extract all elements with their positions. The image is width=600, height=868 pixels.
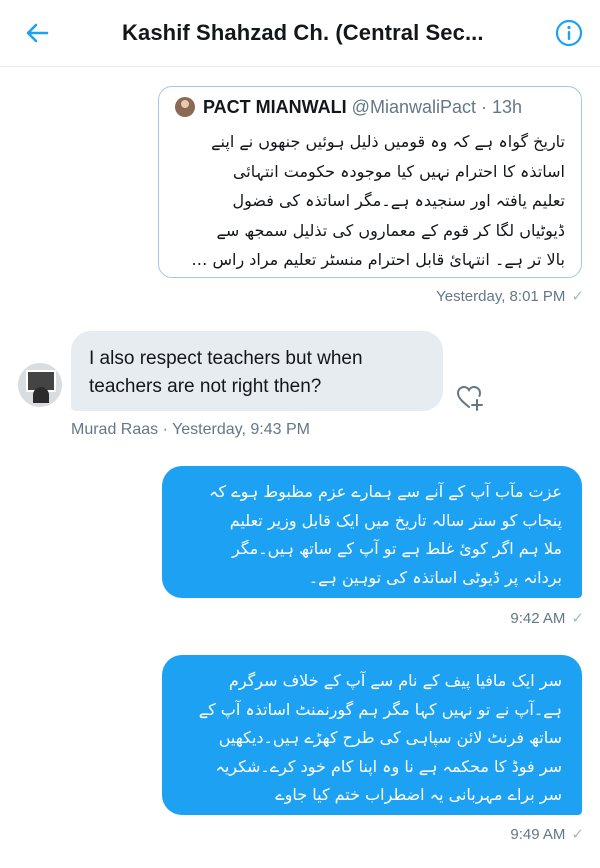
info-icon bbox=[555, 19, 583, 47]
message-line: عزت مآب آپ کے آنے سے ہمارے عزم مظبوط ہوے… bbox=[209, 482, 562, 501]
sent-check-icon: ✓ bbox=[571, 610, 584, 627]
message-line: بردانہ پر ڈیوٹی اساتذہ کی توہین ہے۔ bbox=[308, 567, 562, 587]
quoted-text-line: تعلیم یافتہ اور سنجیدہ ہے۔مگر اساتذہ کی … bbox=[232, 191, 565, 210]
message-line: ہے۔آپ نے تو نہیں کہا مگر ہم گورنمنٹ اسات… bbox=[198, 699, 562, 719]
quoted-author-name: PACT MIANWALI bbox=[203, 97, 347, 117]
quoted-author-handle: @MianwaliPact · 13h bbox=[351, 97, 523, 117]
message-time: 9:42 AM bbox=[510, 610, 566, 627]
react-button[interactable] bbox=[454, 382, 484, 412]
message-line: سر فوڈ کا محکمہ ہے نا وہ اپنا کام خود کر… bbox=[215, 756, 562, 776]
avatar[interactable] bbox=[18, 363, 62, 407]
message-time: 9:49 AM bbox=[510, 826, 566, 843]
info-button[interactable] bbox=[554, 18, 584, 48]
quoted-author-avatar bbox=[175, 97, 195, 117]
sent-check-icon: ✓ bbox=[571, 288, 584, 305]
quoted-tweet-timestamp: Yesterday, 8:01 PM ✓ bbox=[436, 287, 584, 305]
quoted-tweet-text: تاریخ گواہ ہے کہ وہ قومیں ذلیل ہوئیں جنھ… bbox=[175, 127, 565, 275]
quoted-text-line: اساتذہ کا احترام نہیں کیا موجودہ حکومت ا… bbox=[232, 161, 565, 181]
message-line: سر براے مہربانی یہ اضطراب ختم کیا جاوے bbox=[275, 785, 562, 804]
back-button[interactable] bbox=[22, 18, 52, 48]
message-line: پنجاب کو ستر سالہ تاریخ میں ایک قابل وزی… bbox=[229, 510, 562, 530]
avatar-person bbox=[33, 387, 49, 403]
message-line: سر ایک مافیا پیف کے نام سے آپ کے خلاف سر… bbox=[228, 671, 562, 690]
quoted-text-line: بالا تر ہے۔ انتہائ قابل احترام منسٹر تعل… bbox=[191, 250, 565, 269]
sent-check-icon: ✓ bbox=[571, 826, 584, 843]
outgoing-message-bubble: سر ایک مافیا پیف کے نام سے آپ کے خلاف سر… bbox=[162, 655, 582, 815]
conversation-header: Kashif Shahzad Ch. (Central Sec... bbox=[0, 0, 600, 67]
heart-plus-icon bbox=[456, 385, 483, 411]
incoming-message-bubble: I also respect teachers but when teacher… bbox=[71, 331, 443, 411]
quoted-text-line: ڈیوٹیاں لگا کر قوم کے معماروں کی تذلیل س… bbox=[216, 220, 565, 240]
quoted-tweet-card[interactable]: PACT MIANWALI @MianwaliPact · 13h تاریخ … bbox=[158, 86, 582, 278]
outgoing-message-timestamp: 9:42 AM ✓ bbox=[510, 609, 584, 627]
quoted-text-line: تاریخ گواہ ہے کہ وہ قومیں ذلیل ہوئیں جنھ… bbox=[211, 132, 565, 151]
outgoing-message-bubble: عزت مآب آپ کے آنے سے ہمارے عزم مظبوط ہوے… bbox=[162, 466, 582, 598]
outgoing-message-timestamp: 9:49 AM ✓ bbox=[510, 825, 584, 843]
conversation-title: Kashif Shahzad Ch. (Central Sec... bbox=[122, 20, 484, 45]
message-time: Yesterday, 8:01 PM bbox=[436, 288, 566, 305]
incoming-message-meta: Murad Raas · Yesterday, 9:43 PM bbox=[71, 421, 310, 438]
arrow-left-icon bbox=[26, 23, 49, 43]
message-line: ساتھ فرنٹ لائن سپاہی کی طرح کھڑے ہیں۔دیک… bbox=[218, 728, 562, 747]
message-line: ملا ہم اگر کوئ غلط ہے تو آپ کے ساتھ ہیں۔… bbox=[232, 539, 562, 558]
quoted-tweet-header: PACT MIANWALI @MianwaliPact · 13h bbox=[175, 97, 573, 119]
